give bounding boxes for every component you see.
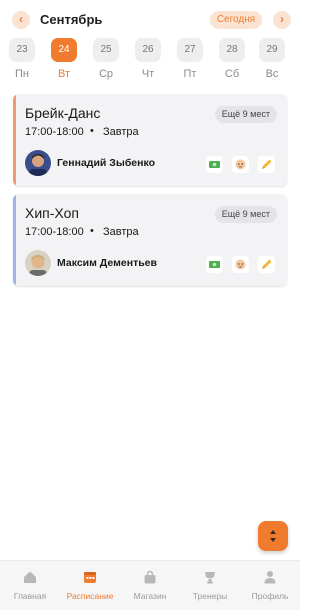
day-25[interactable]: 25 Ср [93, 38, 119, 80]
chevron-right-icon[interactable]: › [273, 11, 291, 29]
separator-dot: • [90, 125, 94, 137]
user-icon [264, 571, 276, 584]
day-name: Ср [98, 68, 114, 80]
month-title: Сентябрь [40, 12, 103, 27]
card-accent-bar [13, 194, 16, 286]
card-accent-bar [13, 94, 16, 186]
tab-label: Главная [13, 591, 47, 601]
day-27[interactable]: 27 Пт [177, 38, 203, 80]
day-name: Вт [57, 68, 70, 80]
tab-profile[interactable]: Профиль [240, 561, 300, 610]
class-title: Хип-Хоп [25, 205, 79, 221]
today-button[interactable]: Сегодня [210, 11, 262, 29]
sort-button[interactable] [258, 521, 288, 551]
day-name: Пн [15, 68, 29, 80]
seats-badge: Ещё 9 мест [214, 106, 277, 123]
money-icon [206, 256, 223, 273]
day-name: Пт [183, 68, 197, 80]
day-23[interactable]: 23 Пн [9, 38, 35, 80]
money-icon [206, 156, 223, 173]
day-24[interactable]: 24 Вт [51, 38, 77, 80]
trainer-name: Максим Дементьев [57, 257, 157, 269]
chevron-left-icon[interactable]: ‹ [12, 11, 30, 29]
class-time: 17:00-18:00 [25, 126, 84, 138]
day-number: 24 [51, 38, 77, 62]
pencil-icon[interactable] [258, 156, 275, 173]
day-number: 23 [9, 38, 35, 62]
day-28[interactable]: 28 Сб [219, 38, 245, 80]
class-time: 17:00-18:00 [25, 226, 84, 238]
tab-label: Расписание [66, 591, 114, 601]
day-number: 26 [135, 38, 161, 62]
class-title: Брейк-Данс [25, 105, 101, 121]
trainer-icon [205, 572, 215, 584]
tab-trainers[interactable]: Тренеры [180, 561, 240, 610]
tab-label: Профиль [251, 591, 289, 601]
class-day: Завтра [103, 126, 139, 138]
trainer-avatar[interactable] [25, 250, 51, 276]
day-number: 25 [93, 38, 119, 62]
day-number: 27 [177, 38, 203, 62]
day-name: Чт [141, 68, 155, 80]
week-day-selector: 23 Пн 24 Вт 25 Ср 26 Чт 27 Пт 28 Сб 29 В… [0, 38, 300, 84]
day-26[interactable]: 26 Чт [135, 38, 161, 80]
baby-icon [232, 256, 249, 273]
separator-dot: • [90, 225, 94, 237]
shopping-bag-icon [144, 570, 156, 584]
pencil-icon[interactable] [258, 256, 275, 273]
baby-icon [232, 156, 249, 173]
day-number: 28 [219, 38, 245, 62]
day-29[interactable]: 29 Вс [259, 38, 285, 80]
schedule-header: ‹ Сентябрь Сегодня › [0, 0, 300, 40]
home-icon [24, 571, 36, 583]
tab-home[interactable]: Главная [0, 561, 60, 610]
class-card-hip-hop[interactable]: Хип-Хоп Ещё 9 мест 17:00-18:00 • Завтра … [13, 194, 287, 286]
day-name: Вс [265, 68, 279, 80]
seats-badge: Ещё 9 мест [214, 206, 277, 223]
calendar-icon [84, 572, 96, 583]
bottom-tab-bar: Главная Расписание Магазин Тренеры Профи… [0, 560, 300, 610]
class-card-break-dance[interactable]: Брейк-Данс Ещё 9 мест 17:00-18:00 • Завт… [13, 94, 287, 186]
class-day: Завтра [103, 226, 139, 238]
day-number: 29 [259, 38, 285, 62]
day-name: Сб [224, 68, 240, 80]
tab-shop[interactable]: Магазин [120, 561, 180, 610]
sort-arrows-icon [270, 530, 276, 542]
trainer-avatar[interactable] [25, 150, 51, 176]
trainer-name: Геннадий Зыбенко [57, 157, 156, 169]
tab-label: Тренеры [192, 591, 228, 601]
tab-label: Магазин [133, 591, 167, 601]
tab-schedule[interactable]: Расписание [60, 561, 120, 610]
